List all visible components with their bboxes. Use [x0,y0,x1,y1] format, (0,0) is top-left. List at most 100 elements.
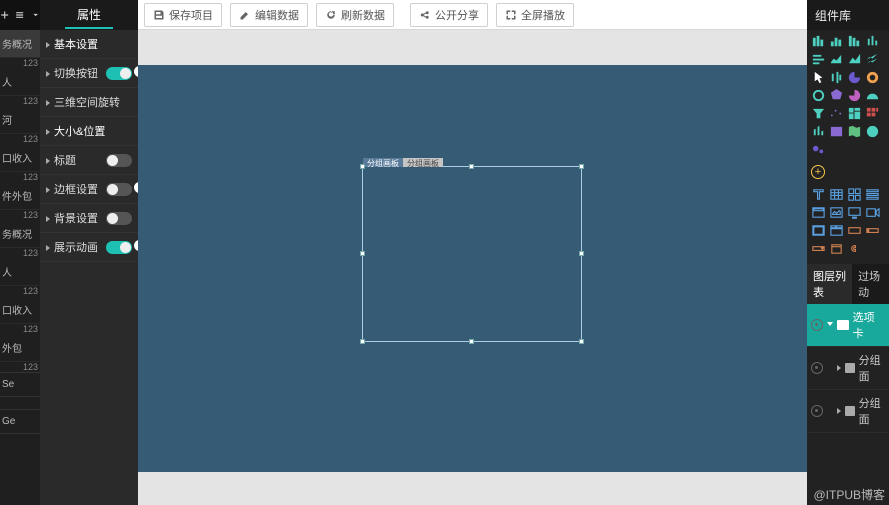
left-outline-head[interactable] [0,0,40,30]
switch-toggle-off[interactable] [106,154,132,167]
funnel-icon[interactable] [811,106,826,121]
resize-handle-e[interactable] [579,251,584,256]
edit-data-button[interactable]: 编辑数据 [230,3,308,27]
tab-scene[interactable]: 过场动 [852,264,889,304]
button-icon[interactable] [847,223,862,238]
tab-layers[interactable]: 图层列表 [807,264,852,304]
prop-title[interactable]: 标题 [40,146,138,175]
donut-icon[interactable] [865,70,880,85]
bar-chart-icon[interactable] [829,34,844,49]
bar3d-icon[interactable] [811,124,826,139]
add-widget-button[interactable]: + [811,165,825,179]
layer-child-2[interactable]: 分组面 [807,390,889,433]
sel-tab-2[interactable]: 分组画板 [403,158,443,167]
table-icon[interactable] [829,187,844,202]
video-icon[interactable] [865,205,880,220]
multi-line-icon[interactable] [865,52,880,67]
switch-toggle-off[interactable] [106,183,132,196]
resize-handle-se[interactable] [579,339,584,344]
bars-icon[interactable] [811,34,826,49]
outline-num: 123 [0,324,40,334]
prop-section-basic[interactable]: 基本设置 [40,30,138,59]
outline-item[interactable]: 件外包 [0,182,40,210]
app-root: 务概况123人123河123口收入123件外包123务概况123人123口收入1… [0,0,889,505]
stacked-bar-icon[interactable] [847,34,862,49]
visibility-icon[interactable] [811,405,823,417]
date-icon[interactable] [829,241,844,256]
area-chart-icon[interactable] [847,52,862,67]
outline-num: 123 [0,96,40,106]
line-chart-icon[interactable] [829,52,844,67]
fullscreen-button[interactable]: 全屏播放 [496,3,574,27]
resize-handle-w[interactable] [360,251,365,256]
link-icon[interactable] [847,241,862,256]
outline-item[interactable]: 务概况 [0,30,40,58]
tabs-icon[interactable] [829,223,844,238]
bubble-icon[interactable] [811,142,826,157]
select-icon[interactable] [811,241,826,256]
list-icon[interactable] [865,187,880,202]
image-icon[interactable] [829,124,844,139]
property-panel: 属性 基本设置 切换按钮 三维空间旋转 大小&位置 标题 边框设置 背景设置 展… [40,0,138,505]
visibility-icon[interactable] [811,319,823,331]
heatmap-icon[interactable] [865,106,880,121]
outline-num: 123 [0,248,40,258]
prop-border[interactable]: 边框设置 [40,175,138,204]
save-button[interactable]: 保存项目 [144,3,222,27]
input-icon[interactable] [865,223,880,238]
scatter-icon[interactable] [829,106,844,121]
prop-animation[interactable]: 展示动画 [40,233,138,262]
switch-toggle-on[interactable] [106,67,132,80]
resize-handle-n[interactable] [469,164,474,169]
resize-handle-s[interactable] [469,339,474,344]
sel-tab-1[interactable]: 分组画板 [363,158,403,167]
cursor-icon[interactable] [811,70,826,85]
selection-rect[interactable]: 分组画板 分组画板 [362,166,582,342]
bars-h-icon[interactable] [811,52,826,67]
resize-handle-nw[interactable] [360,164,365,169]
resize-handle-ne[interactable] [579,164,584,169]
globe-icon[interactable] [865,124,880,139]
radar-icon[interactable] [829,88,844,103]
text-icon[interactable] [811,187,826,202]
ring-icon[interactable] [811,88,826,103]
canvas[interactable]: 分组画板 分组画板 [138,65,807,472]
outline-item[interactable]: 口收入 [0,144,40,172]
map-icon[interactable] [847,124,862,139]
chevron-right-icon [837,365,841,371]
layer-root[interactable]: 选项卡 [807,304,889,347]
outline-item[interactable]: 口收入 [0,296,40,324]
outline-item[interactable]: 河 [0,106,40,134]
card-icon[interactable] [811,205,826,220]
pie-icon[interactable] [847,70,862,85]
layer-label: 分组面 [859,352,885,384]
candlestick-icon[interactable] [829,70,844,85]
gauge-icon[interactable] [865,88,880,103]
grid-icon[interactable] [847,187,862,202]
outline-item[interactable]: 人 [0,68,40,96]
sunburst-icon[interactable] [847,88,862,103]
layer-child-1[interactable]: 分组面 [807,347,889,390]
prop-3d-rotate[interactable]: 三维空间旋转 [40,88,138,117]
column-icon[interactable] [865,34,880,49]
resize-handle-sw[interactable] [360,339,365,344]
refresh-data-button[interactable]: 刷新数据 [316,3,394,27]
property-tab-active[interactable]: 属性 [65,2,113,29]
outline-item[interactable]: 人 [0,258,40,286]
outline-item[interactable]: 外包 [0,334,40,362]
outline-item[interactable]: 务概况 [0,220,40,248]
prop-background[interactable]: 背景设置 [40,204,138,233]
component-lib-title: 组件库 [807,0,889,30]
prop-section-sizepos[interactable]: 大小&位置 [40,117,138,146]
widget-grid-2 [807,183,889,260]
treemap-icon[interactable] [847,106,862,121]
outline-num: 123 [0,58,40,68]
prop-switch-button[interactable]: 切换按钮 [40,59,138,88]
image2-icon[interactable] [829,205,844,220]
visibility-icon[interactable] [811,362,823,374]
share-button[interactable]: 公开分享 [410,3,488,27]
iframe-icon[interactable] [811,223,826,238]
switch-toggle-off[interactable] [106,212,132,225]
switch-toggle-on[interactable] [106,241,132,254]
slideshow-icon[interactable] [847,205,862,220]
